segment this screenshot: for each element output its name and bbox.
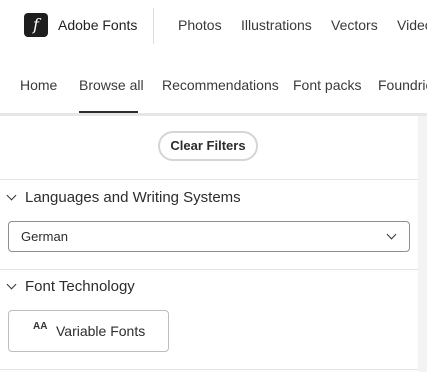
clear-filters-button[interactable]: Clear Filters [158,131,258,161]
tab-home[interactable]: Home [20,77,57,93]
tab-font-packs[interactable]: Font packs [293,77,361,93]
adobe-fonts-logo-icon[interactable]: f [24,13,48,37]
scrollbar-track[interactable] [418,116,427,372]
section-divider [0,369,418,370]
font-technology-heading: Font Technology [25,278,135,295]
tab-recommendations[interactable]: Recommendations [162,77,279,93]
chevron-down-icon [386,229,397,240]
nav-illustrations[interactable]: Illustrations [241,17,312,33]
chevron-down-icon [6,190,17,201]
nav-video[interactable]: Video [397,17,427,33]
header-divider [153,8,154,44]
filter-panel: Clear Filters Languages and Writing Syst… [0,116,418,372]
languages-heading: Languages and Writing Systems [25,189,241,206]
variable-fonts-label: Variable Fonts [56,323,146,339]
tab-browse-all[interactable]: Browse all [79,77,144,93]
languages-section-toggle[interactable]: Languages and Writing Systems [6,189,241,206]
language-select-value: German [21,229,68,244]
chevron-down-icon [6,279,17,290]
font-technology-section-toggle[interactable]: Font Technology [6,278,135,295]
nav-vectors[interactable]: Vectors [331,17,378,33]
language-select[interactable]: German [8,221,410,252]
section-divider [0,269,418,270]
variable-fonts-button[interactable]: AA Variable Fonts [8,310,169,352]
section-divider [0,179,418,180]
tab-foundries[interactable]: Foundries [378,77,427,93]
top-bar: f Adobe Fonts Photos Illustrations Vecto… [0,0,427,53]
secondary-nav: Home Browse all Recommendations Font pac… [0,52,427,113]
nav-photos[interactable]: Photos [178,17,222,33]
brand-name[interactable]: Adobe Fonts [58,17,137,33]
variable-font-icon: AA [33,321,48,332]
